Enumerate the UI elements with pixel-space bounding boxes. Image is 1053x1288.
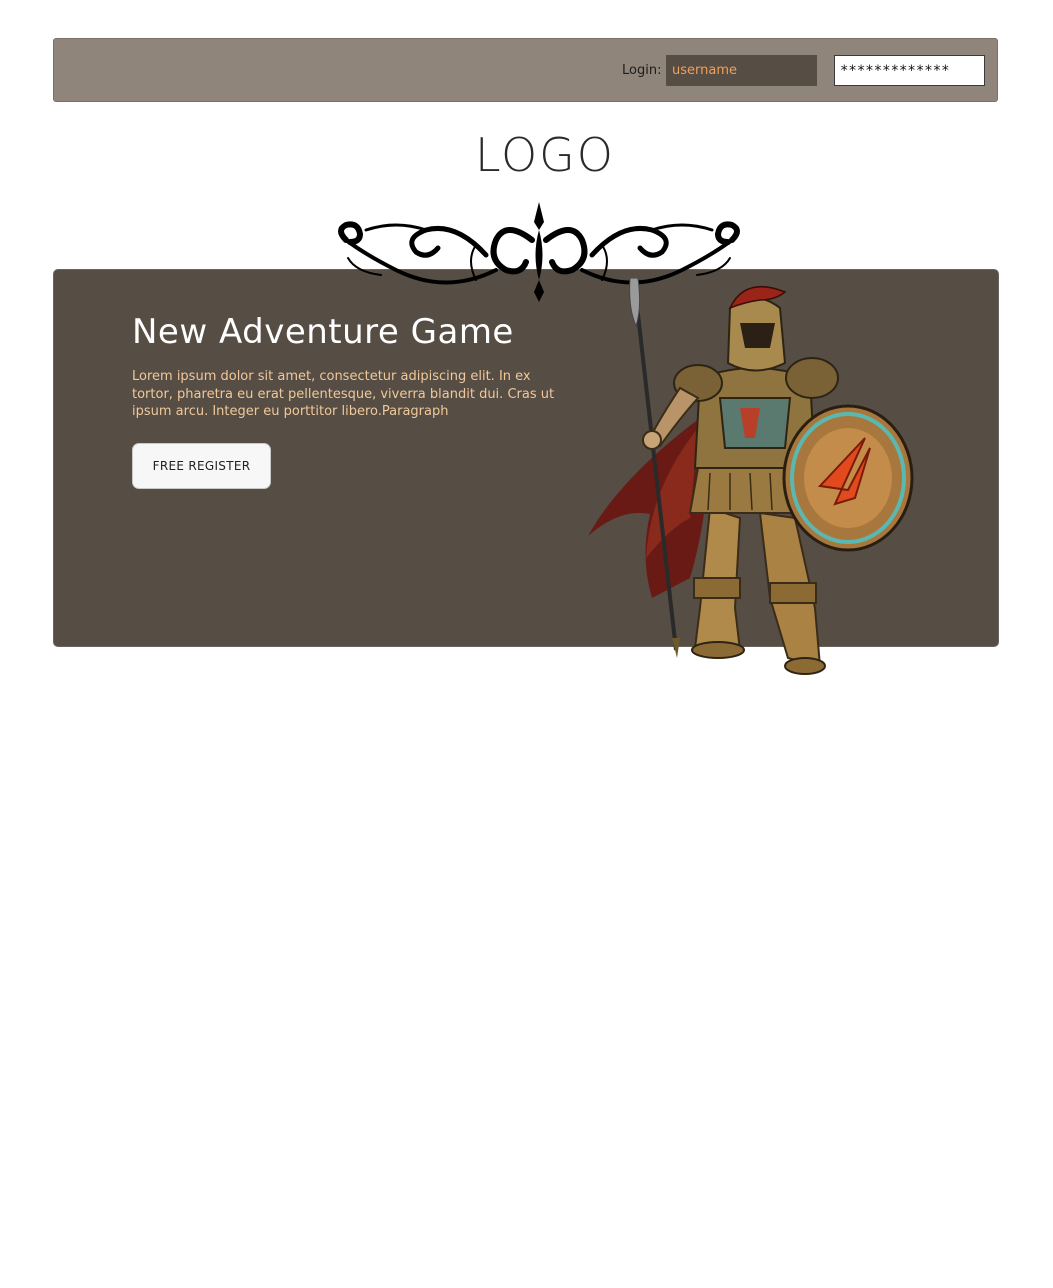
hero-description: Lorem ipsum dolor sit amet, consectetur … <box>132 369 555 419</box>
logo: LOGO <box>474 128 616 182</box>
login-bar: Login: <box>53 38 998 102</box>
login-label: Login: <box>622 63 662 78</box>
username-input[interactable] <box>666 55 817 86</box>
hero-title: New Adventure Game <box>132 312 514 352</box>
spartan-warrior-image <box>588 278 914 675</box>
free-register-button[interactable]: FREE REGISTER <box>132 443 271 489</box>
password-input[interactable] <box>834 55 985 86</box>
